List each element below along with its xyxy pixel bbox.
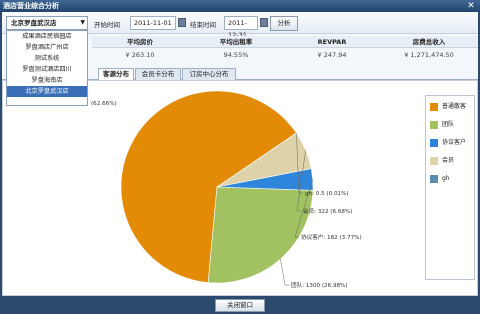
stat-header: 房费总收入 (380, 36, 478, 48)
stat-header: 平均出租率 (188, 36, 284, 48)
analysis-window: 酒店营业综合分析 ✕ 北京罗盘武汉店 ▼ 开始时间 2011-11-01 结束时… (0, 0, 480, 314)
legend-swatch (430, 138, 438, 147)
slice-label: (62.66%) (91, 101, 117, 107)
slice-label: 团队: 1300 (26.98%) (291, 281, 348, 289)
start-date-label: 开始时间 (94, 21, 120, 29)
calendar-icon[interactable] (178, 18, 186, 27)
analyze-button[interactable]: 分析 (270, 16, 298, 31)
footer: 关闭窗口 (0, 296, 480, 314)
hotel-dropdown-list: 成果酒店民宿园店 罗盘酒店广州店 测试系统 罗盘测试酒店四川 罗盘海南店 北京罗… (6, 30, 88, 106)
legend-swatch (430, 174, 438, 183)
tab-member-card[interactable]: 会员卡分布 (135, 68, 181, 80)
leader-line (280, 259, 289, 286)
slice-label: 协议客户: 182 (3.77%) (301, 233, 362, 241)
stat-header: 平均房价 (92, 36, 188, 48)
stat-value: ¥ 247.94 (317, 51, 347, 59)
slice-label: gh: 0.5 (0.01%) (305, 191, 349, 197)
legend-item: gh (430, 174, 450, 184)
end-date-field[interactable]: 2011-12-31 (224, 16, 258, 39)
slice-label: 会员: 322 (6.68%) (303, 207, 352, 215)
hotel-option[interactable]: 罗盘海南店 (7, 75, 87, 86)
hotel-option[interactable]: 罗盘测试酒店四川 (7, 64, 87, 75)
chevron-down-icon: ▼ (80, 19, 85, 26)
tab-booking-center[interactable]: 订房中心分布 (182, 68, 236, 80)
legend-item: 普通散客 (430, 102, 466, 112)
hotel-option[interactable]: 罗盘酒店广州店 (7, 42, 87, 53)
legend-label: gh (442, 175, 450, 182)
hotel-select-value: 北京罗盘武汉店 (11, 19, 57, 27)
calendar-icon[interactable] (260, 18, 268, 27)
legend-item: 会员 (430, 156, 454, 166)
hotel-option[interactable]: 测试系统 (7, 53, 87, 64)
stat-header: REVPAR (284, 36, 380, 48)
window-title: 酒店营业综合分析 (3, 2, 59, 10)
stat-value: 94.55% (223, 51, 249, 59)
legend-label: 协议客户 (442, 139, 467, 146)
legend-label: 普通散客 (442, 103, 467, 110)
legend-item: 团队 (430, 120, 454, 130)
legend-swatch (430, 156, 438, 165)
pie-chart: (62.66%) 团队: 1300 (26.98%) 协议客户: 182 (3.77… (91, 90, 362, 289)
start-date-field[interactable]: 2011-11-01 (130, 16, 176, 30)
stat-value: ¥ 263.10 (125, 51, 155, 59)
content-panel: 北京罗盘武汉店 ▼ 开始时间 2011-11-01 结束时间 2011-12-3… (2, 12, 478, 296)
hotel-select[interactable]: 北京罗盘武汉店 ▼ (6, 16, 88, 30)
legend-swatch (430, 120, 438, 129)
stat-value: ¥ 1,271,474.50 (404, 51, 454, 59)
close-window-button[interactable]: 关闭窗口 (215, 299, 265, 312)
pie-slice (207, 186, 314, 284)
legend-label: 会员 (442, 157, 455, 164)
legend-swatch (430, 102, 438, 111)
hotel-option[interactable]: 成果酒店民宿园店 (7, 31, 87, 42)
legend-label: 团队 (442, 121, 455, 128)
window-titlebar: 酒店营业综合分析 ✕ (0, 0, 480, 12)
close-icon[interactable]: ✕ (466, 1, 476, 11)
chart-area: (62.66%) 团队: 1300 (26.98%) 协议客户: 182 (3.77… (2, 80, 478, 296)
chart-legend: 普通散客团队协议客户会员 gh (425, 95, 475, 280)
legend-item: 协议客户 (430, 138, 466, 148)
hotel-option-selected[interactable]: 北京罗盘武汉店 (7, 86, 87, 97)
end-date-label: 结束时间 (190, 21, 216, 29)
